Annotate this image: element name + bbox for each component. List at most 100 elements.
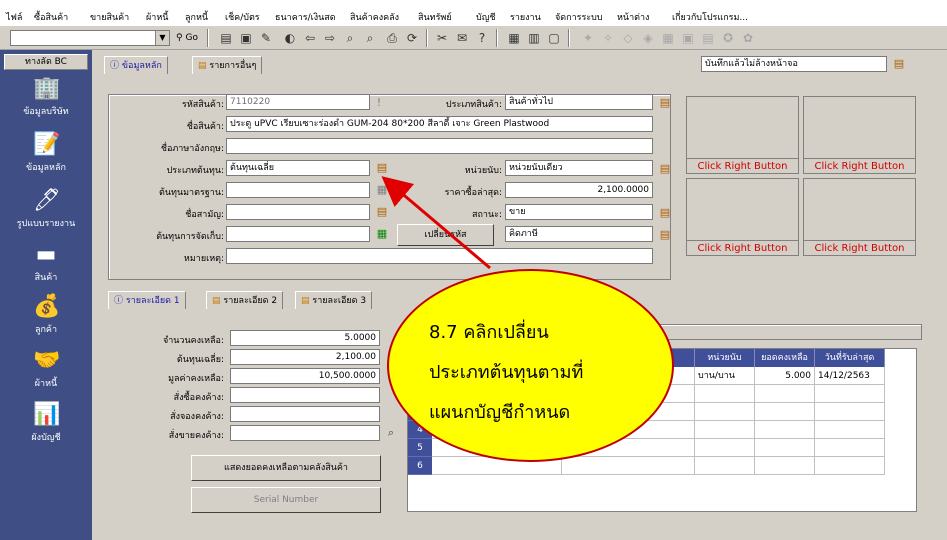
image-box-1[interactable]: Click Right Button	[686, 96, 799, 174]
table-cell-unit[interactable]	[695, 457, 755, 475]
tab-detail-3[interactable]: ▤ รายละเอียด 3	[295, 291, 373, 309]
last-price-field[interactable]: 2,100.0000	[505, 182, 653, 198]
image-box-2[interactable]: Click Right Button	[803, 96, 916, 174]
table-cell-date[interactable]	[815, 385, 885, 403]
tab-detail-2[interactable]: ▤ รายละเอียด 2	[206, 291, 284, 309]
attach-icon[interactable]: ✂	[434, 30, 450, 46]
pending-reserve-field[interactable]	[230, 406, 380, 422]
menu-accounting[interactable]: บัญชี	[476, 10, 496, 24]
alias-field[interactable]	[226, 204, 370, 220]
menu-bank-cash[interactable]: ธนาคาร/เงินสด	[275, 10, 336, 24]
grid-header-unit[interactable]: หน่วยนับ	[695, 349, 755, 367]
serial-number-button[interactable]: Serial Number	[191, 487, 381, 513]
change-code-button[interactable]: เปลี่ยนรหัส	[397, 224, 494, 246]
code-field[interactable]: 7110220	[226, 94, 370, 110]
refresh-icon[interactable]: ⟳	[404, 30, 420, 46]
lookup-icon[interactable]: ▤	[658, 228, 672, 242]
table-cell-qty[interactable]	[755, 403, 815, 421]
sidebar-item-master-data[interactable]: 📝 ข้อมูลหลัก	[0, 132, 92, 174]
table-cell-unit[interactable]	[695, 385, 755, 403]
avg-cost-field[interactable]: 2,100.00	[230, 349, 380, 365]
standard-cost-field[interactable]	[226, 182, 370, 198]
menu-file[interactable]: ไฟล์	[6, 10, 22, 24]
name-field[interactable]: ประตู uPVC เรียบเซาะร่องดำ GUM-204 80*20…	[226, 116, 653, 132]
lookup-icon[interactable]: ▤	[658, 162, 672, 176]
find-icon[interactable]: ⌕	[342, 30, 358, 46]
cost-type-lookup-icon[interactable]: ▤	[375, 161, 389, 175]
lookup-icon[interactable]: ▤	[658, 96, 672, 110]
edit-icon[interactable]: ✎	[258, 30, 274, 46]
calculator-icon[interactable]: ▦	[375, 183, 389, 197]
table-cell-qty[interactable]: 5.000	[755, 367, 815, 385]
table-cell-unit[interactable]	[695, 439, 755, 457]
menu-creditor[interactable]: ผ้าหนี้	[146, 10, 168, 24]
grid-icon[interactable]: ▦	[506, 30, 522, 46]
menu-system[interactable]: จัดการระบบ	[555, 10, 603, 24]
menu-about[interactable]: เกี่ยวกับโปรแกรม...	[672, 10, 748, 24]
sidebar-item-customer[interactable]: 💰 ลูกค้า	[0, 294, 92, 336]
sidebar-header[interactable]: ทางลัด BC	[4, 54, 88, 70]
show-stock-by-warehouse-button[interactable]: แสดงยอดคงเหลือตามคลังสินค้า	[191, 455, 381, 481]
grid-header-date[interactable]: วันที่รับล่าสุด	[815, 349, 885, 367]
find-next-icon[interactable]: ⌕	[362, 30, 378, 46]
table-cell-unit[interactable]	[695, 421, 755, 439]
menu-purchase[interactable]: ซื้อสินค้า	[34, 10, 68, 24]
lookup-icon[interactable]: ▤	[892, 57, 906, 71]
type-field[interactable]: สินค้าทั่วไป	[505, 94, 653, 110]
sidebar-item-creditor[interactable]: 🤝 ผ้าหนี้	[0, 348, 92, 390]
table-cell-qty[interactable]	[755, 421, 815, 439]
chevron-down-icon[interactable]: ▼	[155, 31, 169, 45]
tab-detail-1[interactable]: ⓘ รายละเอียด 1	[108, 291, 186, 309]
table-cell-qty[interactable]	[755, 439, 815, 457]
tab-other[interactable]: ▤ รายการอื่นๆ	[192, 56, 263, 74]
menu-debtor[interactable]: ลูกหนี้	[185, 10, 208, 24]
english-name-field[interactable]	[226, 138, 653, 154]
menu-report[interactable]: รายงาน	[510, 10, 541, 24]
image-box-3[interactable]: Click Right Button	[686, 178, 799, 256]
category-field[interactable]: คิดภาษี	[505, 226, 653, 242]
stock-value-field[interactable]: 10,500.0000	[230, 368, 380, 384]
sidebar-item-chart-of-accounts[interactable]: 📊 ผังบัญชี	[0, 402, 92, 444]
table-cell-unit[interactable]: บาน/บาน	[695, 367, 755, 385]
pending-so-field[interactable]	[230, 425, 380, 441]
tab-master-data[interactable]: ⓘ ข้อมูลหลัก	[104, 56, 168, 74]
menu-sales[interactable]: ขายสินค้า	[90, 10, 129, 24]
cost-type-field[interactable]: ต้นทุนเฉลี่ย	[226, 160, 370, 176]
status-field[interactable]: ขาย	[505, 204, 653, 220]
lookup-icon[interactable]: ▤	[658, 206, 672, 220]
save-icon[interactable]: ▣	[238, 30, 254, 46]
table-cell[interactable]	[562, 457, 695, 475]
help-icon[interactable]: ?	[474, 30, 490, 46]
table-cell-date[interactable]: 14/12/2563	[815, 367, 885, 385]
table-cell-date[interactable]	[815, 439, 885, 457]
print-icon[interactable]: ⎙	[384, 30, 400, 46]
clear-icon[interactable]: ◐	[282, 30, 298, 46]
toolbar-combo[interactable]: ▼	[10, 30, 170, 46]
note-field[interactable]	[226, 248, 653, 264]
forward-icon[interactable]: ⇨	[322, 30, 338, 46]
preview-icon[interactable]: ▤	[218, 30, 234, 46]
mail-icon[interactable]: ✉	[454, 30, 470, 46]
sidebar-item-report-format[interactable]: 🖊 รูปแบบรายงาน	[0, 188, 92, 230]
menu-inventory[interactable]: สินค้าคงคลัง	[350, 10, 399, 24]
calc-icon[interactable]: ▥	[526, 30, 542, 46]
table-cell-date[interactable]	[815, 421, 885, 439]
lookup-icon[interactable]: ▤	[375, 205, 389, 219]
table-cell-date[interactable]	[815, 403, 885, 421]
table-cell-unit[interactable]	[695, 403, 755, 421]
image-box-4[interactable]: Click Right Button	[803, 178, 916, 256]
search-icon[interactable]: ⌕	[384, 426, 398, 440]
sidebar-item-company[interactable]: 🏢 ข้อมูลบริษัท	[0, 76, 92, 118]
table-cell-date[interactable]	[815, 457, 885, 475]
table-cell-qty[interactable]	[755, 457, 815, 475]
table-cell-qty[interactable]	[755, 385, 815, 403]
grid-header-qty[interactable]: ยอดคงเหลือ	[755, 349, 815, 367]
lock-icon[interactable]: ▢	[546, 30, 562, 46]
storage-cost-field[interactable]	[226, 226, 370, 242]
menu-cheque[interactable]: เช็ค/บัตร	[225, 10, 260, 24]
calculator-icon[interactable]: ▦	[375, 227, 389, 241]
unit-field[interactable]: หน่วยนับเดียว	[505, 160, 653, 176]
back-icon[interactable]: ⇦	[302, 30, 318, 46]
go-button[interactable]: ⚲ Go	[173, 30, 201, 46]
qty-remaining-field[interactable]: 5.0000	[230, 330, 380, 346]
